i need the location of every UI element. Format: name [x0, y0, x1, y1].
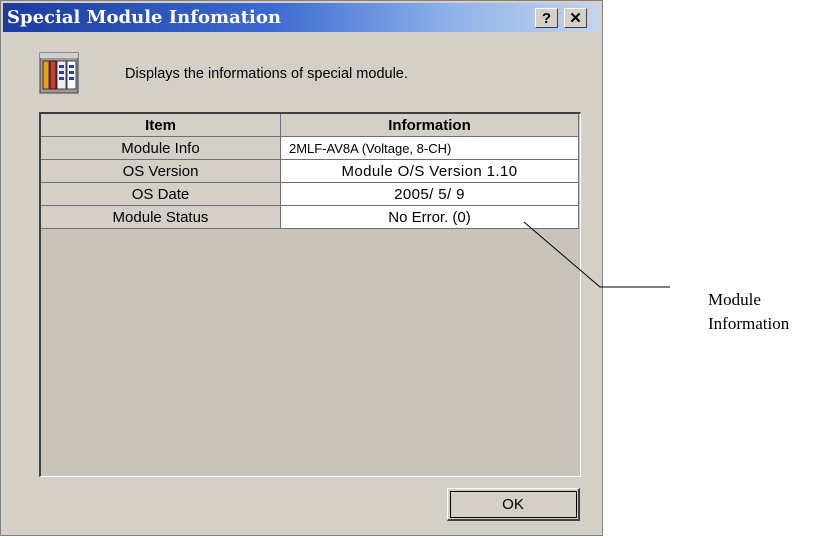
- callout-leader-line: [523, 221, 670, 288]
- callout-line-2: Information: [708, 314, 790, 333]
- module-information-callout: Module Information: [708, 288, 789, 336]
- callout-line-1: Module: [708, 290, 761, 309]
